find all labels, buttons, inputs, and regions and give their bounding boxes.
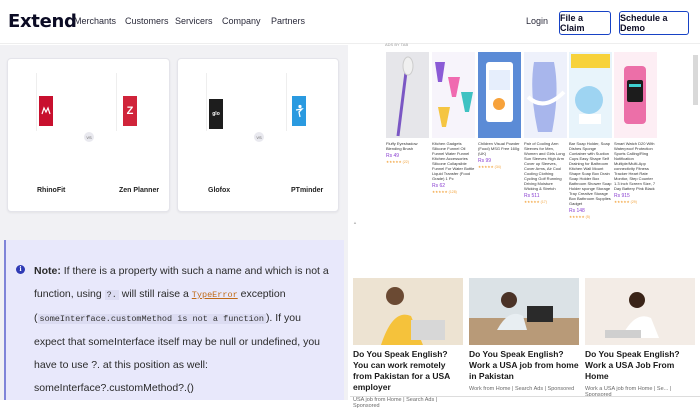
nav-customers[interactable]: Customers — [125, 16, 169, 26]
note-label: Note: — [34, 265, 61, 277]
product-image — [614, 52, 657, 138]
product-title: Kitchen Gadgets Silicone Funnel Oil Funn… — [432, 141, 475, 181]
product-rating: ★★★★★ (17) — [524, 200, 547, 204]
login-link[interactable]: Login — [526, 16, 548, 26]
article-image — [585, 278, 695, 345]
product-price: Rs 915 — [614, 193, 630, 199]
article-title: Do You Speak English? Work a USA job fro… — [469, 349, 579, 381]
article-card[interactable]: Do You Speak English? Work a USA job fro… — [469, 278, 579, 392]
product-card[interactable]: Kitchen Gadgets Silicone Funnel Oil Funn… — [432, 52, 475, 194]
product-price: Rs 148 — [569, 208, 585, 214]
ptminder-logo — [292, 96, 306, 126]
ads-label: ADS BY TAB — [385, 42, 409, 47]
product-image — [386, 52, 429, 138]
product-image — [524, 52, 567, 138]
note-segment: will still raise a — [118, 288, 192, 300]
product-card[interactable]: Smart Watch D20 With Waterproof Protecti… — [614, 52, 657, 204]
comparison-card-1[interactable]: VS Z RhinoFit Zen Planner — [7, 58, 170, 212]
product-price: Rs 49 — [386, 153, 400, 159]
product-title: Pair of Cooling Arm Sleeves for Men, Wom… — [524, 141, 565, 191]
nav-partners[interactable]: Partners — [271, 16, 305, 26]
extend-logo[interactable]: Extend — [8, 11, 77, 32]
site-header: Extend Merchants Customers Servicers Com… — [0, 0, 700, 44]
schedule-demo-button[interactable]: Schedule a Demo — [619, 11, 689, 35]
product-price: Rs 511 — [524, 193, 540, 199]
divider — [350, 396, 700, 397]
scrollbar[interactable] — [693, 55, 698, 105]
product-title: Children Visual Powder (Food) MSG Free 1… — [478, 141, 520, 156]
product-rating: ★★★★★ (34) — [478, 165, 501, 169]
product-price: Rs 99 — [478, 158, 492, 164]
article-card[interactable]: Do You Speak English? Work a USA Job Fro… — [585, 278, 695, 398]
vs-badge: VS — [84, 132, 94, 142]
article-source: Work from Home | Search Ads | Sponsored — [469, 386, 575, 392]
comparison-card-2[interactable]: glo VS Glofox PTminder — [177, 58, 339, 212]
divider — [36, 73, 37, 131]
product-rating: ★★★★★ (22) — [386, 160, 409, 164]
product-card[interactable]: Bar Soap Holder, Soap Dishes Sponge Cont… — [569, 52, 612, 219]
product-title: Fluffy Eyeshadow Blending Brush — [386, 141, 418, 151]
rhinofit-logo — [39, 96, 53, 126]
info-icon: i — [16, 265, 25, 274]
divider — [116, 73, 117, 131]
product-rating: ★★★★★ (5) — [569, 215, 590, 219]
product-card[interactable]: Children Visual Powder (Food) MSG Free 1… — [478, 52, 521, 169]
note-segment: ). If you expect that someInterface itse… — [34, 312, 320, 394]
product-price: Rs 62 — [432, 183, 446, 189]
zenplanner-logo: Z — [123, 96, 137, 126]
brand-name-ptminder: PTminder — [291, 187, 324, 194]
product-title: Bar Soap Holder, Soap Dishes Sponge Cont… — [569, 141, 612, 206]
product-image — [432, 52, 475, 138]
product-image — [478, 52, 521, 138]
code-optional-chaining: ?. — [104, 290, 119, 300]
carousel-arrow-icon[interactable]: ▲ — [353, 220, 357, 225]
article-title: Do You Speak English? You can work remot… — [353, 349, 450, 392]
nav-company[interactable]: Company — [222, 16, 261, 26]
nav-merchants[interactable]: Merchants — [74, 16, 116, 26]
glofox-logo: glo — [209, 99, 223, 129]
product-card[interactable]: Fluffy Eyeshadow Blending Brush Rs 49 ★★… — [386, 52, 429, 164]
note-callout: i Note: If there is a property with such… — [4, 240, 344, 400]
typeerror-link[interactable]: TypeError — [192, 290, 238, 300]
product-image — [569, 52, 612, 138]
brand-name-zenplanner: Zen Planner — [119, 187, 160, 194]
article-image — [353, 278, 463, 345]
article-card[interactable]: Do You Speak English? You can work remot… — [353, 278, 463, 409]
product-card[interactable]: Pair of Cooling Arm Sleeves for Men, Wom… — [524, 52, 567, 204]
product-rating: ★★★★★ (29) — [614, 200, 637, 204]
code-error-message: someInterface.customMethod is not a func… — [37, 314, 266, 324]
brand-name-glofox: Glofox — [208, 187, 231, 194]
brand-name-rhinofit: RhinoFit — [37, 187, 66, 194]
file-claim-button[interactable]: File a Claim — [559, 11, 611, 35]
product-title: Smart Watch D20 With Waterproof Protecti… — [614, 141, 656, 191]
vs-badge: VS — [254, 132, 264, 142]
note-text: Note: If there is a property with such a… — [34, 260, 332, 400]
article-image — [469, 278, 579, 345]
nav-servicers[interactable]: Servicers — [175, 16, 213, 26]
product-rating: ★★★★★ (128) — [432, 190, 457, 194]
article-source: USA job from Home | Search Ads | Sponsor… — [353, 397, 438, 409]
divider — [286, 73, 287, 131]
article-title: Do You Speak English? Work a USA Job Fro… — [585, 349, 680, 381]
divider — [206, 73, 207, 131]
